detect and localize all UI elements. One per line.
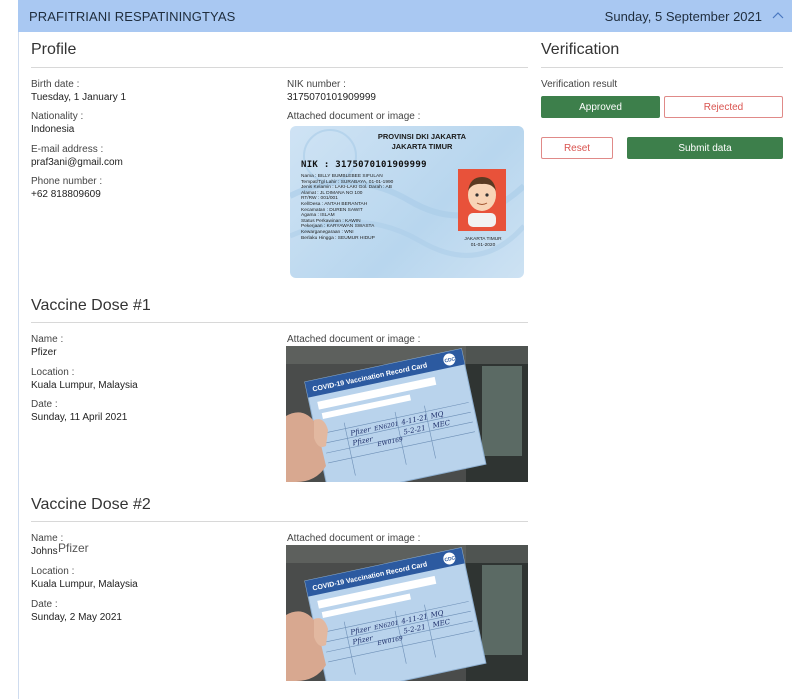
profile-attached-label: Attached document or image : [287,111,421,122]
dose2-name-underlay: Johns [31,546,58,557]
dose1-location-label: Location : [31,367,75,378]
card-detail-row: Nama : BILLY BUMBLEBEE SIFULAN [301,174,383,179]
dose1-name-label: Name : [31,334,64,345]
dose2-date-label: Date : [31,599,58,610]
verification-divider [541,67,783,68]
profile-divider [31,67,528,68]
dose1-location-value: Kuala Lumpur, Malaysia [31,380,138,391]
approve-button[interactable]: Approved [541,96,660,118]
panel-border [18,32,19,699]
card-details: Nama : BILLY BUMBLEBEE SIFULAN Tempat/Tgl… [301,174,393,241]
submission-date: Sunday, 5 September 2021 [604,8,762,24]
nationality-value: Indonesia [31,124,75,135]
card-province: PROVINSI DKI JAKARTA [377,132,467,141]
dose2-title: Vaccine Dose #2 [31,496,151,513]
phone-label: Phone number : [31,176,103,187]
reject-button[interactable]: Rejected [664,96,783,118]
verification-title: Verification [541,41,620,58]
dose1-title: Vaccine Dose #1 [31,297,151,314]
card-nik: NIK : 3175070101909999 [301,160,427,170]
dose1-name-value: Pfizer [31,347,57,358]
dose1-date-value: Sunday, 11 April 2021 [31,412,128,423]
email-value: praf3ani@gmail.com [31,157,123,168]
card-issue-date: 01-01-2020 [470,243,496,248]
applicant-name: PRAFITRIANI RESPATININGTYAS [29,8,236,24]
submit-data-button[interactable]: Submit data [627,137,783,159]
card-issue-city: JAKARTA TIMUR [464,237,502,242]
person-icon [468,177,496,227]
dose2-divider [31,521,528,522]
dose2-location-label: Location : [31,566,75,577]
header-right: Sunday, 5 September 2021 [605,9,784,24]
id-card-image[interactable]: PROVINSI DKI JAKARTA JAKARTA TIMUR NIK :… [290,126,524,278]
nik-value: 3175070101909999 [287,92,376,103]
card-city: JAKARTA TIMUR [391,142,453,151]
birth-date-label: Birth date : [31,79,80,90]
reset-button[interactable]: Reset [541,137,613,159]
dose1-divider [31,322,528,323]
nik-label: NIK number : [287,79,346,90]
profile-title: Profile [31,41,77,58]
vaccination-card-photo: COVID-19 Vaccination Record Card CDC Pfi… [286,346,528,482]
birth-date-value: Tuesday, 1 January 1 [31,92,127,103]
dose2-location-value: Kuala Lumpur, Malaysia [31,579,138,590]
portrait-photo [458,169,506,231]
phone-value: +62 818809609 [31,189,101,200]
record-header[interactable]: PRAFITRIANI RESPATININGTYAS Sunday, 5 Se… [18,0,792,32]
chevron-up-icon[interactable] [772,8,784,22]
email-label: E-mail address : [31,144,104,155]
dose1-card-image[interactable]: COVID-19 Vaccination Record Card CDC Pfi… [286,346,528,482]
card-detail-row: Berlaku Hingga : SEUMUR HIDUP [301,235,375,241]
dose2-card-image[interactable]: COVID-19 Vaccination Record Card CDC Pfi… [286,545,528,681]
vaccination-card-photo: COVID-19 Vaccination Record Card CDC Pfi… [286,545,528,681]
dose1-attached-label: Attached document or image : [287,334,421,345]
card-detail-row: Jenis Kelamin : LAKI-LAKI Gol. Darah : A… [301,185,392,191]
dose2-name-overlay: Pfizer [58,541,89,555]
verification-result-label: Verification result [541,79,618,90]
dose2-attached-label: Attached document or image : [287,533,421,544]
nationality-label: Nationality : [31,111,84,122]
dose2-date-value: Sunday, 2 May 2021 [31,612,122,623]
dose1-date-label: Date : [31,399,58,410]
